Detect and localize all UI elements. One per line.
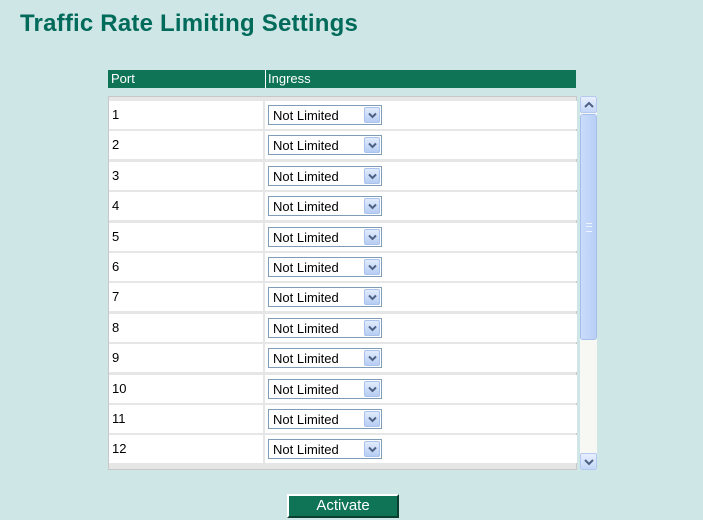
port-number: 5 — [109, 222, 263, 251]
port-number: 3 — [109, 161, 263, 190]
table-row: 3 Not Limited — [109, 161, 577, 190]
dropdown-button[interactable] — [364, 228, 380, 245]
dropdown-button[interactable] — [364, 107, 380, 123]
scroll-thumb[interactable] — [580, 114, 597, 340]
ingress-cell: Not Limited — [265, 344, 577, 373]
ingress-rate-select[interactable]: Not Limited — [268, 257, 382, 277]
chevron-down-icon — [368, 295, 377, 301]
port-number: 6 — [109, 253, 263, 281]
ingress-rate-value: Not Limited — [273, 199, 339, 215]
vertical-scrollbar[interactable] — [580, 96, 597, 470]
port-number: 7 — [109, 283, 263, 312]
scroll-thumb-grip — [586, 223, 592, 232]
column-header-port: Port — [111, 71, 135, 86]
activate-button[interactable]: Activate — [287, 494, 399, 518]
ingress-cell: Not Limited — [265, 374, 577, 403]
ingress-rate-value: Not Limited — [273, 442, 339, 458]
ingress-cell: Not Limited — [265, 222, 577, 251]
ingress-cell: Not Limited — [265, 131, 577, 160]
chevron-down-icon — [368, 355, 377, 362]
ingress-rate-select[interactable]: Not Limited — [268, 439, 382, 460]
ingress-rate-select[interactable]: Not Limited — [268, 226, 382, 247]
column-header-ingress: Ingress — [265, 70, 311, 88]
table-row: 1 Not Limited — [109, 101, 577, 129]
ingress-cell: Not Limited — [265, 253, 577, 281]
ingress-rate-value: Not Limited — [273, 412, 339, 427]
dropdown-button[interactable] — [364, 411, 380, 427]
port-number: 8 — [109, 313, 263, 342]
table-row: 2 Not Limited — [109, 131, 577, 160]
table-row: 6 Not Limited — [109, 253, 577, 281]
scroll-up-arrow-icon — [584, 101, 594, 108]
scroll-up-button[interactable] — [580, 96, 597, 113]
dropdown-button[interactable] — [364, 289, 380, 306]
port-list: 1 Not Limited 2 Not Limited 3 Not Limited 4 Not… — [108, 96, 577, 470]
ingress-cell: Not Limited — [265, 283, 577, 312]
ingress-rate-value: Not Limited — [273, 381, 339, 397]
dropdown-button[interactable] — [364, 167, 380, 184]
table-row: 10 Not Limited — [109, 374, 577, 403]
dropdown-button[interactable] — [364, 137, 380, 154]
ingress-rate-value: Not Limited — [273, 108, 339, 123]
chevron-down-icon — [368, 203, 377, 210]
ingress-cell: Not Limited — [265, 313, 577, 342]
ingress-rate-select[interactable]: Not Limited — [268, 317, 382, 338]
ingress-rate-select[interactable]: Not Limited — [268, 135, 382, 156]
port-number: 4 — [109, 192, 263, 221]
table-row: 4 Not Limited — [109, 192, 577, 221]
chevron-down-icon — [368, 112, 377, 119]
ingress-rate-select[interactable]: Not Limited — [268, 287, 382, 308]
dropdown-button[interactable] — [364, 441, 380, 458]
ingress-rate-value: Not Limited — [273, 138, 339, 154]
port-number: 10 — [109, 374, 263, 403]
port-number: 1 — [109, 101, 263, 129]
chevron-down-icon — [368, 447, 377, 453]
scroll-down-button[interactable] — [580, 453, 597, 470]
ingress-rate-select[interactable]: Not Limited — [268, 348, 382, 369]
ingress-rate-select[interactable]: Not Limited — [268, 105, 382, 125]
table-row: 7 Not Limited — [109, 283, 577, 312]
port-number: 11 — [109, 405, 263, 433]
table-row: 8 Not Limited — [109, 313, 577, 342]
dropdown-button[interactable] — [364, 380, 380, 397]
ingress-cell: Not Limited — [265, 435, 577, 464]
table-row: 5 Not Limited — [109, 222, 577, 251]
page-title: Traffic Rate Limiting Settings — [20, 10, 359, 37]
table-row: 9 Not Limited — [109, 344, 577, 373]
table-header: Port Ingress — [108, 70, 576, 88]
ingress-rate-select[interactable]: Not Limited — [268, 165, 382, 186]
dropdown-button[interactable] — [364, 350, 380, 367]
scroll-down-arrow-icon — [584, 459, 594, 466]
port-number: 12 — [109, 435, 263, 464]
chevron-down-icon — [368, 173, 377, 180]
chevron-down-icon — [368, 143, 377, 149]
chevron-down-icon — [368, 234, 377, 241]
port-number: 9 — [109, 344, 263, 373]
ingress-rate-value: Not Limited — [273, 168, 339, 184]
chevron-down-icon — [368, 386, 377, 393]
chevron-down-icon — [368, 264, 377, 271]
ingress-rate-select[interactable]: Not Limited — [268, 409, 382, 429]
dropdown-button[interactable] — [364, 198, 380, 215]
ingress-rate-value: Not Limited — [273, 290, 339, 306]
ingress-rate-select[interactable]: Not Limited — [268, 378, 382, 399]
ingress-rate-value: Not Limited — [273, 351, 339, 367]
ingress-cell: Not Limited — [265, 161, 577, 190]
ingress-cell: Not Limited — [265, 101, 577, 129]
chevron-down-icon — [368, 325, 377, 332]
table-row: 11 Not Limited — [109, 405, 577, 433]
ingress-cell: Not Limited — [265, 405, 577, 433]
ingress-rate-value: Not Limited — [273, 260, 339, 275]
ingress-rate-value: Not Limited — [273, 320, 339, 336]
chevron-down-icon — [368, 416, 377, 423]
port-number: 2 — [109, 131, 263, 160]
ingress-rate-value: Not Limited — [273, 229, 339, 245]
dropdown-button[interactable] — [364, 319, 380, 336]
dropdown-button[interactable] — [364, 259, 380, 275]
table-row: 12 Not Limited — [109, 435, 577, 464]
ingress-cell: Not Limited — [265, 192, 577, 221]
ingress-rate-select[interactable]: Not Limited — [268, 196, 382, 217]
